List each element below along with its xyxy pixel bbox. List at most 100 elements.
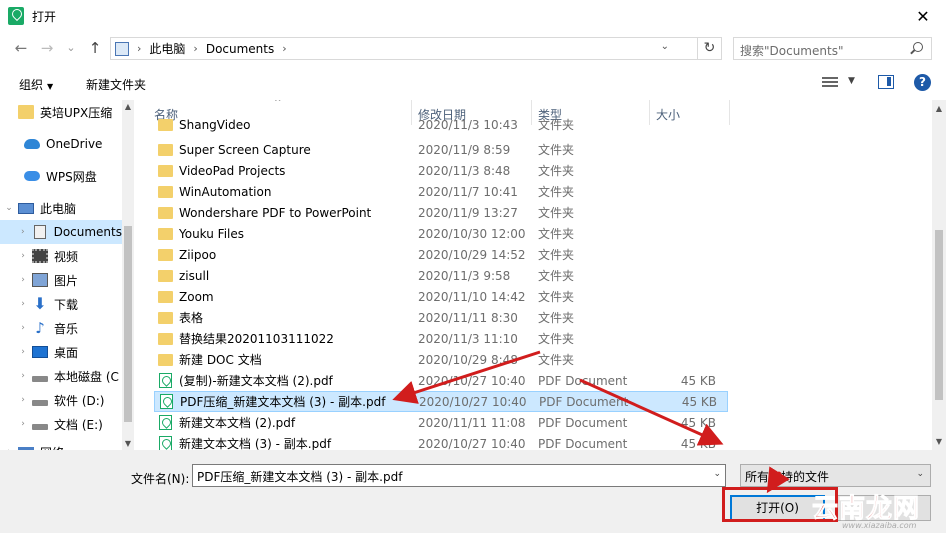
help-icon[interactable]: ?: [914, 74, 931, 91]
file-name-cell: Zoom: [154, 290, 412, 304]
chevron-right-icon[interactable]: ›: [18, 371, 28, 381]
scroll-up-icon[interactable]: ▲: [932, 104, 946, 113]
file-name: Super Screen Capture: [179, 142, 311, 157]
sidebar-item-desktop[interactable]: › 桌面: [0, 340, 122, 364]
file-row[interactable]: Ziipoo 2020/10/29 14:52 文件夹: [154, 244, 728, 265]
chevron-right-icon[interactable]: ›: [18, 251, 28, 261]
chevron-right-icon[interactable]: ›: [137, 42, 141, 55]
refresh-button[interactable]: ↻: [698, 37, 722, 60]
chevron-right-icon[interactable]: ›: [18, 227, 28, 237]
watermark-logo: 云南龙网: [811, 494, 921, 525]
file-list-scrollbar-thumb[interactable]: [935, 230, 943, 400]
file-row[interactable]: ShangVideo 2020/11/3 10:43 文件夹: [154, 114, 728, 135]
sidebar-item-onedrive[interactable]: OneDrive: [0, 132, 122, 156]
filename-input[interactable]: PDF压缩_新建文本文档 (3) - 副本.pdf ⌄: [192, 464, 726, 487]
file-row[interactable]: PDF压缩_新建文本文档 (3) - 副本.pdf 2020/10/27 10:4…: [154, 391, 728, 412]
chevron-right-icon[interactable]: ›: [18, 275, 28, 285]
search-input[interactable]: 搜索"Documents": [733, 37, 932, 60]
recent-locations-button[interactable]: ⌄: [62, 38, 80, 58]
file-name: 新建文本文档 (2).pdf: [179, 416, 296, 430]
view-details-icon[interactable]: [822, 75, 838, 89]
pc-icon: [115, 41, 129, 56]
sidebar-item-network[interactable]: ›网络: [0, 440, 122, 450]
file-date: 2020/11/3 8:48: [418, 163, 511, 178]
scroll-down-icon[interactable]: ▼: [932, 437, 946, 446]
file-type: 文件夹: [538, 206, 575, 220]
sidebar-item-wps[interactable]: WPS网盘: [0, 164, 122, 188]
file-name-cell: 新建文本文档 (2).pdf: [154, 414, 412, 431]
sidebar-item-drive-e[interactable]: › 文档 (E:): [0, 412, 122, 436]
sidebar-item-videos[interactable]: › 视频: [0, 244, 122, 268]
file-type: 文件夹: [538, 185, 575, 199]
file-row[interactable]: Youku Files 2020/10/30 12:00 文件夹: [154, 223, 728, 244]
chevron-down-icon[interactable]: ⌄: [713, 469, 721, 479]
chevron-right-icon[interactable]: ›: [18, 347, 28, 357]
file-name-cell: Wondershare PDF to PowerPoint: [154, 206, 412, 220]
sidebar-item-drive-d[interactable]: › 软件 (D:): [0, 388, 122, 412]
file-date: 2020/11/10 14:42: [418, 289, 526, 304]
chevron-down-icon[interactable]: ⌄: [661, 41, 669, 52]
chevron-right-icon[interactable]: ›: [18, 299, 28, 309]
chevron-right-icon[interactable]: ›: [18, 323, 28, 333]
chevron-right-icon[interactable]: ›: [18, 419, 28, 429]
back-button[interactable]: ←: [12, 38, 30, 58]
file-row[interactable]: 新建文本文档 (3) - 副本.pdf 2020/10/27 10:40 PDF D…: [154, 433, 728, 450]
file-name: Ziipoo: [179, 247, 217, 262]
chevron-down-icon[interactable]: ⌄: [916, 469, 924, 479]
file-name: Youku Files: [179, 226, 245, 241]
watermark-url: www.xiazaiba.com: [842, 521, 917, 530]
search-icon: [913, 42, 923, 52]
preview-pane-icon[interactable]: [878, 75, 894, 89]
forward-button[interactable]: →: [38, 38, 56, 58]
close-button[interactable]: ✕: [900, 0, 946, 32]
breadcrumb-item-pc[interactable]: 此电脑: [149, 40, 185, 57]
file-list: ^ 名称 修改日期 类型 大小 ShangVideo 2020/11/3 10:4…: [148, 100, 932, 450]
sidebar-item-downloads[interactable]: › ⬇ 下载: [0, 292, 122, 316]
file-type: 文件夹: [538, 269, 575, 283]
scroll-down-icon[interactable]: ▼: [122, 439, 134, 448]
sidebar-scrollbar-thumb[interactable]: [124, 226, 132, 422]
sidebar-item-music[interactable]: › ♪ 音乐: [0, 316, 122, 340]
file-date: 2020/11/7 10:41: [418, 184, 518, 199]
file-row[interactable]: Wondershare PDF to PowerPoint 2020/11/9 1…: [154, 202, 728, 223]
up-button[interactable]: ↑: [86, 38, 104, 58]
sidebar-item-documents[interactable]: › Documents: [0, 220, 122, 244]
sidebar-scrollbar[interactable]: ▲ ▼: [122, 100, 134, 450]
chevron-right-icon[interactable]: ›: [282, 42, 286, 55]
file-row[interactable]: 新建 DOC 文档 2020/10/29 8:48 文件夹: [154, 349, 728, 370]
file-list-scrollbar[interactable]: ▲ ▼: [932, 100, 946, 450]
sidebar-item-this-pc[interactable]: ⌄ 此电脑: [0, 196, 122, 220]
breadcrumb-item-documents[interactable]: Documents: [206, 42, 274, 56]
file-type-select[interactable]: 所有支持的文件 ⌄: [740, 464, 931, 487]
sidebar-item-upx[interactable]: 英培UPX压缩: [0, 100, 122, 124]
organize-button[interactable]: 组织 ▼: [19, 76, 53, 93]
folder-icon: [158, 269, 173, 282]
new-folder-button[interactable]: 新建文件夹: [86, 76, 146, 93]
refresh-icon: ↻: [703, 40, 716, 56]
view-options-caret-icon[interactable]: ▼: [848, 76, 855, 86]
breadcrumb[interactable]: › 此电脑 › Documents › ⌄: [110, 37, 698, 60]
file-type: 文件夹: [538, 118, 575, 132]
sidebar-item-label: 桌面: [54, 345, 79, 360]
file-date: 2020/11/11 11:08: [418, 415, 526, 430]
address-row: ← → ⌄ ↑ › 此电脑 › Documents › ⌄ ↻ 搜索"Docum…: [0, 32, 946, 64]
file-row[interactable]: Super Screen Capture 2020/11/9 8:59 文件夹: [154, 139, 728, 160]
pdf-file-icon: [159, 415, 172, 430]
sidebar-item-label: 音乐: [54, 321, 79, 336]
chevron-down-icon[interactable]: ⌄: [4, 203, 14, 213]
file-row[interactable]: Zoom 2020/11/10 14:42 文件夹: [154, 286, 728, 307]
file-row[interactable]: WinAutomation 2020/11/7 10:41 文件夹: [154, 181, 728, 202]
file-row[interactable]: VideoPad Projects 2020/11/3 8:48 文件夹: [154, 160, 728, 181]
chevron-right-icon[interactable]: ›: [193, 42, 197, 55]
file-row[interactable]: 表格 2020/11/11 8:30 文件夹: [154, 307, 728, 328]
chevron-right-icon[interactable]: ›: [18, 395, 28, 405]
sidebar-item-pictures[interactable]: › 图片: [0, 268, 122, 292]
file-name: WinAutomation: [179, 184, 272, 199]
file-type: 文件夹: [538, 353, 575, 367]
file-row[interactable]: (复制)-新建文本文档 (2).pdf 2020/10/27 10:40 PDF D…: [154, 370, 728, 391]
file-row[interactable]: zisull 2020/11/3 9:58 文件夹: [154, 265, 728, 286]
file-row[interactable]: 新建文本文档 (2).pdf 2020/11/11 11:08 PDF Docume…: [154, 412, 728, 433]
sidebar-item-drive-c[interactable]: › 本地磁盘 (C: [0, 364, 122, 388]
file-row[interactable]: 替换结果20201103111022 2020/11/3 11:10 文件夹: [154, 328, 728, 349]
scroll-up-icon[interactable]: ▲: [122, 102, 134, 111]
